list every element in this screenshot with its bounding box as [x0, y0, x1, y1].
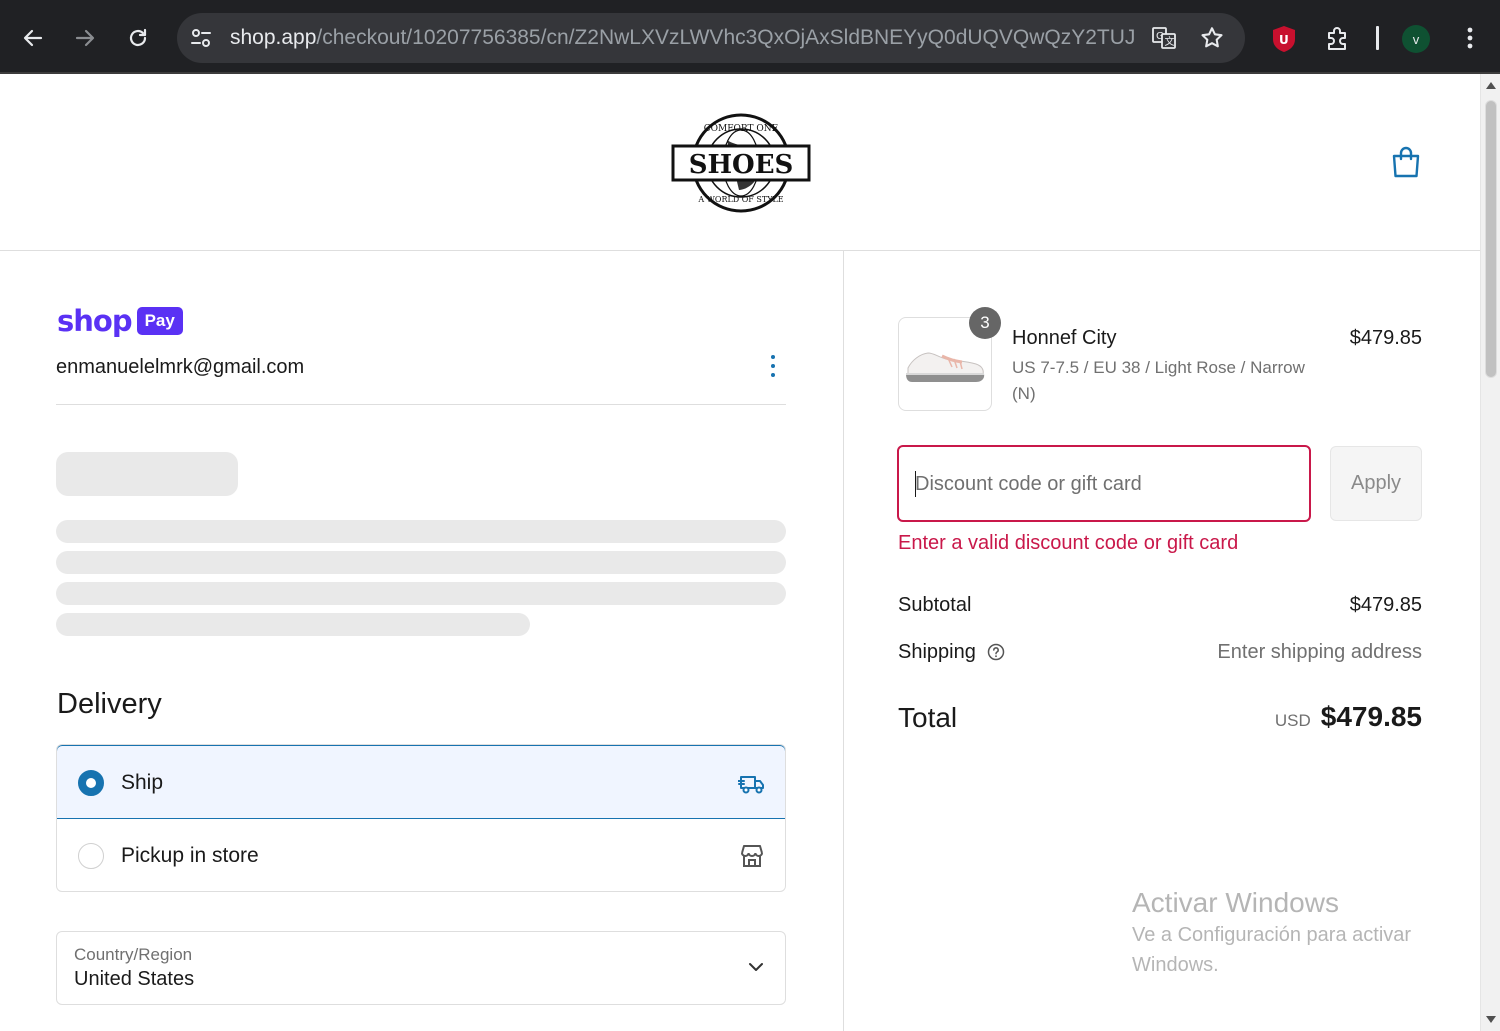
url-path: /checkout/10207756385/cn/Z2NwLXVzLWVhc3Q…	[316, 26, 1135, 49]
loading-skeleton	[56, 582, 786, 605]
url-text[interactable]: shop.app/checkout/10207756385/cn/Z2NwLXV…	[230, 26, 1135, 50]
quantity-badge: 3	[969, 307, 1001, 339]
product-name: Honnef City	[1012, 327, 1117, 349]
more-dot	[771, 364, 775, 368]
account-email: enmanuelelmrk@gmail.com	[56, 356, 305, 378]
watermark-subtitle: Ve a Configuración para activar Windows.	[1132, 924, 1412, 976]
column-divider	[843, 251, 844, 1031]
truck-icon	[738, 776, 764, 794]
back-button[interactable]	[15, 20, 51, 56]
loading-skeleton	[56, 613, 530, 636]
toolbar-separator	[1376, 26, 1379, 50]
loading-skeleton	[56, 452, 238, 496]
shop-pay-logo: shop Pay	[57, 304, 183, 338]
more-dot	[771, 355, 775, 359]
site-settings-icon[interactable]	[189, 26, 213, 50]
svg-text:U: U	[1279, 33, 1289, 47]
forward-button[interactable]	[67, 20, 103, 56]
ublock-shield-icon[interactable]: U	[1271, 25, 1297, 53]
bookmark-star-icon[interactable]	[1199, 25, 1225, 51]
delivery-heading: Delivery	[57, 688, 162, 720]
pickup-radio[interactable]	[78, 843, 104, 869]
help-circle-icon[interactable]	[987, 643, 1005, 661]
back-icon	[23, 29, 43, 47]
subtotal-label: Subtotal	[898, 594, 972, 616]
loading-skeleton	[56, 551, 786, 574]
store-logo[interactable]: SHOES COMFORT ONE A WORLD OF STYLE	[671, 110, 811, 216]
checkout-page: SHOES COMFORT ONE A WORLD OF STYLE shop …	[0, 74, 1480, 1031]
shipping-row-label: Shipping	[898, 641, 1005, 664]
browser-toolbar: shop.app/checkout/10207756385/cn/Z2NwLXV…	[0, 0, 1500, 74]
delivery-option-pickup[interactable]: Pickup in store	[57, 819, 785, 891]
total-label: Total	[898, 702, 958, 733]
total-currency: USD	[1274, 711, 1311, 730]
watermark-title: Activar Windows	[1132, 887, 1339, 918]
country-select[interactable]: Country/Region United States	[56, 931, 786, 1005]
loading-skeleton	[56, 520, 786, 543]
store-icon	[741, 845, 763, 867]
delivery-option-ship[interactable]: Ship	[57, 745, 785, 819]
apply-discount-button[interactable]: Apply	[1330, 446, 1422, 521]
logo-bottom-text: A WORLD OF STYLE	[697, 195, 783, 204]
discount-field[interactable]	[897, 445, 1311, 522]
url-host: shop.app	[230, 26, 317, 49]
shopping-bag-icon[interactable]	[1390, 145, 1422, 179]
shop-wordmark: shop	[57, 304, 133, 338]
scrollbar-thumb[interactable]	[1485, 100, 1497, 378]
pay-badge: Pay	[136, 307, 183, 335]
shipping-label: Shipping	[898, 641, 976, 663]
logo-main-text: SHOES	[689, 150, 794, 180]
chrome-menu-icon[interactable]	[1456, 24, 1484, 52]
sneaker-image	[906, 352, 985, 382]
reload-icon	[129, 28, 147, 47]
total-value: $479.85	[1320, 701, 1422, 732]
subtotal-value: $479.85	[1349, 594, 1422, 616]
text-caret	[915, 471, 916, 497]
ship-label: Ship	[121, 771, 164, 794]
ship-radio[interactable]	[78, 770, 104, 796]
forward-icon	[75, 29, 95, 47]
chevron-down-icon	[749, 963, 763, 971]
product-price: $479.85	[1349, 327, 1422, 349]
country-value: United States	[74, 968, 195, 990]
svg-text:文: 文	[1165, 35, 1175, 48]
page-scrollbar[interactable]	[1480, 74, 1500, 1031]
discount-input[interactable]	[915, 469, 1295, 499]
reload-button[interactable]	[120, 20, 156, 56]
checkout-header: SHOES COMFORT ONE A WORLD OF STYLE	[0, 74, 1480, 251]
account-divider	[56, 404, 786, 405]
scroll-down-arrow[interactable]	[1486, 1016, 1496, 1023]
discount-error-message: Enter a valid discount code or gift card	[898, 532, 1239, 554]
address-bar[interactable]: shop.app/checkout/10207756385/cn/Z2NwLXV…	[177, 13, 1245, 63]
scroll-up-arrow[interactable]	[1486, 82, 1496, 89]
logo-top-text: COMFORT ONE	[704, 124, 778, 134]
delivery-options: Ship Pickup in store	[56, 744, 786, 892]
product-variant: US 7-7.5 / EU 38 / Light Rose / Narrow (…	[1012, 358, 1305, 403]
windows-activation-watermark: Activar Windows Ve a Configuración para …	[1132, 886, 1462, 980]
total-amount: USD $479.85	[1275, 701, 1422, 733]
extensions-puzzle-icon[interactable]	[1324, 24, 1352, 52]
profile-avatar[interactable]: v	[1402, 25, 1430, 53]
country-label: Country/Region	[74, 945, 193, 964]
shipping-value: Enter shipping address	[1217, 641, 1422, 663]
pickup-label: Pickup in store	[121, 844, 259, 867]
translate-icon[interactable]: G 文	[1151, 25, 1177, 51]
more-dot	[771, 373, 775, 377]
account-menu-button[interactable]	[762, 352, 784, 380]
